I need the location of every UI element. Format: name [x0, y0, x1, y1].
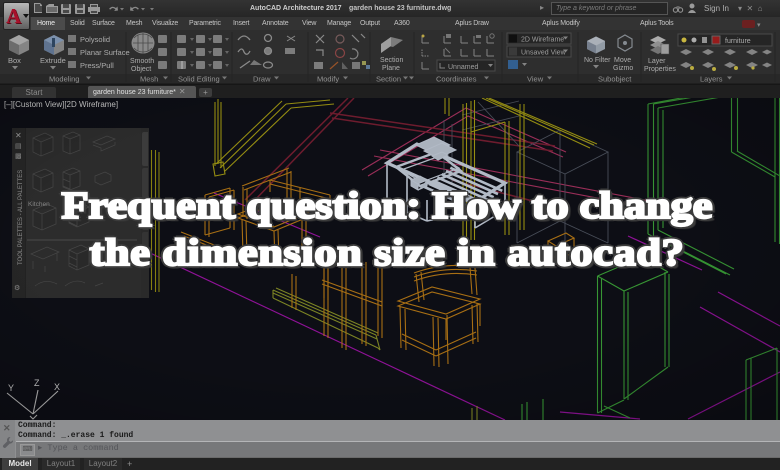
svg-text:Polysolid: Polysolid [80, 35, 110, 44]
svg-text:furniture: furniture [725, 38, 751, 45]
svg-text:Properties: Properties [644, 66, 676, 73]
svg-text:Solid Editing: Solid Editing [178, 75, 220, 84]
svg-text:Gizmo: Gizmo [613, 65, 633, 72]
svg-text:Layers: Layers [700, 75, 723, 84]
svg-text:Planar Surface: Planar Surface [80, 48, 130, 57]
svg-text:Modeling: Modeling [49, 75, 79, 84]
svg-text:Box: Box [8, 56, 21, 65]
svg-text:Plane: Plane [382, 65, 400, 72]
svg-text:View: View [527, 75, 544, 84]
svg-text:Extrude: Extrude [40, 56, 66, 65]
svg-text:Section: Section [376, 75, 401, 84]
svg-text:Unsaved View: Unsaved View [521, 50, 567, 57]
svg-text:Coordinates: Coordinates [436, 75, 477, 84]
svg-text:Mesh: Mesh [140, 75, 158, 84]
svg-text:Layer: Layer [648, 58, 666, 65]
svg-text:No Filter: No Filter [584, 57, 611, 64]
svg-text:Modify: Modify [317, 75, 339, 84]
svg-text:Move: Move [614, 57, 631, 64]
svg-text:Press/Pull: Press/Pull [80, 61, 114, 70]
svg-text:Section: Section [380, 57, 403, 64]
svg-text:2D Wireframe: 2D Wireframe [521, 37, 564, 44]
svg-text:Unnamed: Unnamed [448, 64, 478, 71]
svg-text:Draw: Draw [253, 75, 271, 84]
svg-text:Subobject: Subobject [598, 75, 632, 84]
svg-text:Object: Object [131, 66, 151, 73]
svg-text:Smooth: Smooth [130, 58, 154, 65]
